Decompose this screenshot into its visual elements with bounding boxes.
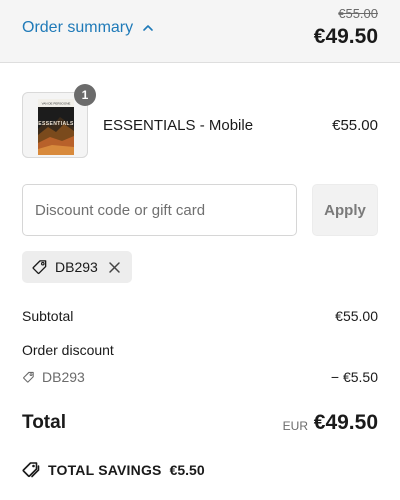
order-summary-header: Order summary €55.00 €49.50 <box>0 0 400 63</box>
book-cover-top-text: VAN DE PERSOONE <box>42 102 71 106</box>
chevron-up-icon <box>142 22 154 34</box>
discount-code-input[interactable] <box>22 184 297 236</box>
total-row: Total EUR €49.50 <box>22 410 378 438</box>
apply-button[interactable]: Apply <box>312 184 378 236</box>
product-thumbnail-wrap: VAN DE PERSOONE ESSENTIALS 1 <box>22 84 96 158</box>
order-discount-value: − €5.50 <box>330 369 378 385</box>
order-discount-code: DB293 <box>42 369 85 385</box>
subtotal-value: €55.00 <box>335 308 378 324</box>
quantity-badge: 1 <box>74 84 96 106</box>
total-savings: TOTAL SAVINGS €5.50 <box>22 461 205 479</box>
tag-icon <box>31 259 48 276</box>
order-summary-toggle[interactable]: Order summary <box>22 19 154 37</box>
total-label: Total <box>22 412 66 433</box>
applied-discount-chip: DB293 <box>22 251 132 283</box>
header-total: €49.50 <box>313 25 378 48</box>
total-savings-label: TOTAL SAVINGS <box>48 462 162 478</box>
product-name: ESSENTIALS - Mobile <box>103 117 254 134</box>
book-cover-image: VAN DE PERSOONE ESSENTIALS <box>38 99 74 155</box>
savings-tag-icon <box>22 461 40 479</box>
book-cover-title: ESSENTIALS <box>38 121 74 127</box>
order-summary-toggle-label: Order summary <box>22 19 134 36</box>
applied-discount-code: DB293 <box>55 259 98 275</box>
line-item: VAN DE PERSOONE ESSENTIALS 1 ESSENTIALS … <box>22 84 378 158</box>
total-value: €49.50 <box>313 411 378 434</box>
total-savings-amount: €5.50 <box>169 462 205 478</box>
product-price: €55.00 <box>332 117 378 134</box>
order-discount-row: DB293 − €5.50 <box>22 369 378 385</box>
order-discount-label: Order discount <box>22 342 114 358</box>
close-icon[interactable] <box>108 261 121 274</box>
subtotal-label: Subtotal <box>22 308 74 324</box>
tag-icon <box>22 371 35 384</box>
subtotal-row: Subtotal €55.00 <box>22 308 378 324</box>
compare-at-price: €55.00 <box>338 6 378 21</box>
total-currency: EUR <box>282 419 308 433</box>
